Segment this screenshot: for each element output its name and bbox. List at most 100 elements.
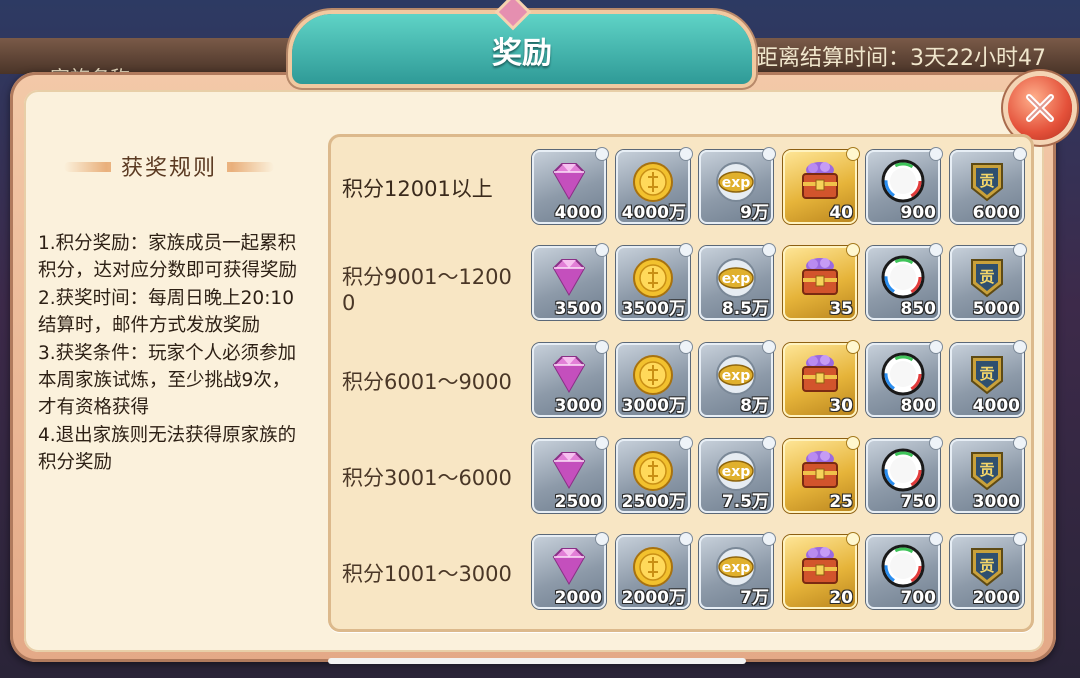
- reward-quantity: 3500万: [621, 299, 686, 319]
- tile-corner-gem: [1014, 148, 1026, 160]
- diamond-icon: [544, 349, 594, 399]
- tile-corner-gem: [596, 341, 608, 353]
- svg-text:贡: 贡: [979, 268, 994, 286]
- reward-item-tile[interactable]: 贡 2000: [950, 533, 1026, 609]
- svg-text:exp: exp: [722, 271, 751, 287]
- reward-item-tile[interactable]: 3500万: [616, 244, 692, 320]
- tier-label: 积分6001～9000: [342, 370, 512, 394]
- svg-text:exp: exp: [722, 368, 751, 384]
- reward-quantity: 7万: [740, 588, 769, 608]
- reward-item-tile[interactable]: 800: [866, 341, 942, 417]
- reward-item-tile[interactable]: exp 7万: [699, 533, 775, 609]
- tile-corner-gem: [763, 148, 775, 160]
- diamond-icon: [544, 445, 594, 495]
- tile-corner-gem: [596, 148, 608, 160]
- treasure-chest-icon: [795, 252, 845, 302]
- reward-quantity: 7.5万: [721, 492, 769, 512]
- reward-quantity: 2000: [972, 588, 1020, 608]
- tile-corner-gem: [930, 533, 942, 545]
- reward-quantity: 35: [829, 299, 853, 319]
- rule-line: 3.获奖条件：玩家个人必须参加本周家族试炼，至少挑战9次，才有资格获得: [38, 342, 297, 419]
- tile-corner-gem: [680, 533, 692, 545]
- reward-item-tile[interactable]: exp 7.5万: [699, 437, 775, 513]
- home-indicator: [328, 658, 746, 664]
- reward-item-tile[interactable]: 贡 3000: [950, 437, 1026, 513]
- reward-item-tile[interactable]: 2000: [532, 533, 608, 609]
- reward-item-tile[interactable]: exp 9万: [699, 148, 775, 224]
- treasure-chest-icon: [795, 349, 845, 399]
- reward-item-tile[interactable]: 700: [866, 533, 942, 609]
- reward-item-tile[interactable]: 4000: [532, 148, 608, 224]
- reward-item-tile[interactable]: 40: [783, 148, 859, 224]
- tile-corner-gem: [847, 148, 859, 160]
- reward-item-tile[interactable]: 贡 6000: [950, 148, 1026, 224]
- tile-corner-gem: [930, 148, 942, 160]
- reward-item-tile[interactable]: 2500万: [616, 437, 692, 513]
- reward-item-tile[interactable]: 贡 5000: [950, 244, 1026, 320]
- tile-corner-gem: [930, 244, 942, 256]
- reward-quantity: 3000万: [621, 396, 686, 416]
- treasure-chest-icon: [795, 541, 845, 591]
- svg-text:贡: 贡: [979, 172, 994, 190]
- diamond-icon: [544, 252, 594, 302]
- tile-corner-gem: [847, 533, 859, 545]
- reward-item-tile[interactable]: 3500: [532, 244, 608, 320]
- reward-item-tile[interactable]: 30: [783, 341, 859, 417]
- tile-corner-gem: [847, 341, 859, 353]
- reward-quantity: 900: [900, 203, 937, 223]
- treasure-chest-icon: [795, 156, 845, 206]
- reward-item-tile[interactable]: 贡 4000: [950, 341, 1026, 417]
- contribution-badge-icon: 贡: [962, 252, 1012, 302]
- reward-quantity: 4000万: [621, 203, 686, 223]
- reward-quantity: 700: [900, 588, 937, 608]
- tile-corner-gem: [680, 148, 692, 160]
- reward-quantity: 4000: [972, 396, 1020, 416]
- reward-item-tile[interactable]: 750: [866, 437, 942, 513]
- tile-corner-gem: [1014, 341, 1026, 353]
- reward-item-tile[interactable]: 2500: [532, 437, 608, 513]
- tile-corner-gem: [930, 437, 942, 449]
- close-x-icon: [1026, 94, 1054, 122]
- background-countdown-text: 距离结算时间：3天22小时47: [756, 46, 1046, 71]
- reward-item-tile[interactable]: exp 8万: [699, 341, 775, 417]
- reward-item-tile[interactable]: 25: [783, 437, 859, 513]
- contribution-badge-icon: 贡: [962, 349, 1012, 399]
- tier-label: 积分9001～12000: [342, 265, 512, 315]
- reward-item-tile[interactable]: 3000: [532, 341, 608, 417]
- reward-item-tile[interactable]: 3000万: [616, 341, 692, 417]
- reward-item-tile[interactable]: 850: [866, 244, 942, 320]
- reward-item-tile[interactable]: exp 8.5万: [699, 244, 775, 320]
- svg-text:exp: exp: [722, 560, 751, 576]
- treasure-chest-icon: [795, 445, 845, 495]
- reward-quantity: 3000: [972, 492, 1020, 512]
- reward-item-tile[interactable]: 20: [783, 533, 859, 609]
- rules-text: 1.积分奖励：家族成员一起累积积分，达对应分数即可获得奖励 2.获奖时间：每周日…: [38, 230, 306, 477]
- reward-quantity: 8万: [740, 396, 769, 416]
- reward-item-tile[interactable]: 35: [783, 244, 859, 320]
- svg-text:贡: 贡: [979, 557, 994, 575]
- close-button[interactable]: [1008, 76, 1072, 140]
- tile-corner-gem: [596, 437, 608, 449]
- rainbow-orb-icon: [878, 445, 928, 495]
- rainbow-orb-icon: [878, 156, 928, 206]
- tile-corner-gem: [1014, 533, 1026, 545]
- contribution-badge-icon: 贡: [962, 445, 1012, 495]
- contribution-badge-icon: 贡: [962, 541, 1012, 591]
- reward-quantity: 4000: [554, 203, 602, 223]
- rainbow-orb-icon: [878, 349, 928, 399]
- tile-corner-gem: [930, 341, 942, 353]
- rule-line: 2.获奖时间：每周日晚上20:10结算时，邮件方式发放奖励: [38, 287, 294, 337]
- tile-corner-gem: [680, 244, 692, 256]
- tile-corner-gem: [763, 533, 775, 545]
- reward-quantity: 6000: [972, 203, 1020, 223]
- reward-quantity: 800: [900, 396, 937, 416]
- tile-corner-gem: [763, 244, 775, 256]
- reward-item-tile[interactable]: 900: [866, 148, 942, 224]
- reward-item-tile[interactable]: 2000万: [616, 533, 692, 609]
- tile-corner-gem: [1014, 437, 1026, 449]
- rainbow-orb-icon: [878, 252, 928, 302]
- reward-quantity: 2500: [554, 492, 602, 512]
- diamond-icon: [544, 156, 594, 206]
- reward-item-tile[interactable]: 4000万: [616, 148, 692, 224]
- tile-corner-gem: [680, 341, 692, 353]
